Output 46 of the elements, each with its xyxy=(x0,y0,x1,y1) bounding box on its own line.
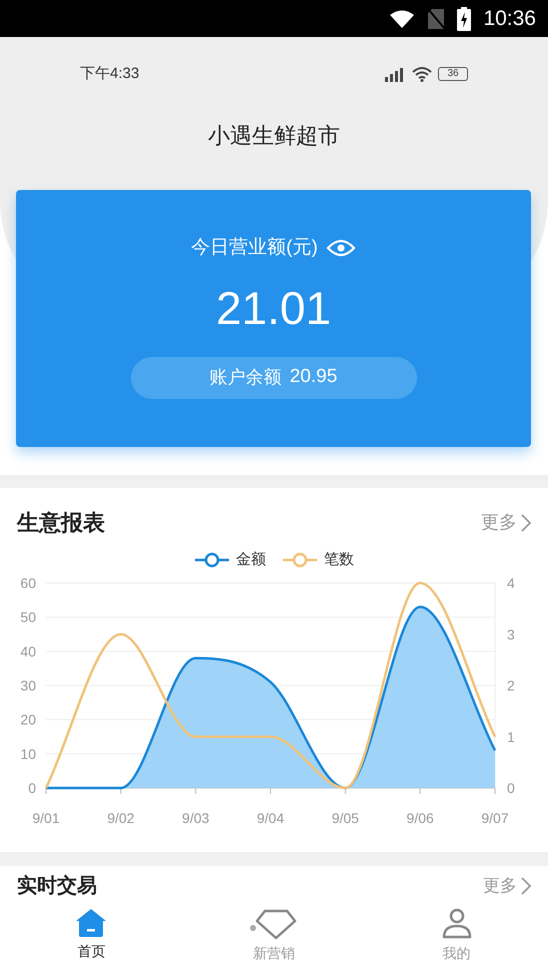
diamond-icon xyxy=(250,908,298,940)
wifi-icon xyxy=(389,8,416,28)
x-axis-tick: 9/02 xyxy=(107,810,134,826)
section-title: 实时交易 xyxy=(17,874,97,899)
x-axis-tick: 9/07 xyxy=(481,810,509,826)
y-axis-tick: 0 xyxy=(507,780,515,796)
chevron-right-icon xyxy=(521,514,531,532)
balance-label: 账户余额 xyxy=(210,366,282,389)
revenue-label: 今日营业额(元) xyxy=(191,236,318,260)
y-axis-tick: 4 xyxy=(507,574,515,590)
x-axis-tick: 9/06 xyxy=(406,810,434,826)
x-axis-tick: 9/04 xyxy=(256,810,284,826)
x-axis-tick: 9/03 xyxy=(182,810,210,826)
chevron-right-icon xyxy=(521,877,531,895)
y-axis-tick: 60 xyxy=(20,574,36,590)
signal-icon xyxy=(384,66,406,82)
no-sim-icon xyxy=(427,8,446,30)
y-axis-tick: 40 xyxy=(20,642,36,659)
section-title: 生意报表 xyxy=(17,509,105,537)
y-axis-tick: 0 xyxy=(28,780,36,796)
more-link[interactable]: 更多 xyxy=(483,873,531,899)
y-axis-tick: 50 xyxy=(20,608,36,625)
person-icon xyxy=(440,908,473,940)
y-axis-tick: 1 xyxy=(507,728,515,744)
battery-charging-icon xyxy=(457,6,472,30)
y-axis-tick: 20 xyxy=(20,711,36,728)
y-axis-tick: 3 xyxy=(507,626,515,642)
tab[interactable]: 我的 xyxy=(365,906,548,978)
y-axis-tick: 30 xyxy=(20,677,36,693)
legend-label: 金额 xyxy=(236,550,266,570)
wifi-icon xyxy=(411,66,433,82)
balance-amount: 20.95 xyxy=(290,365,338,390)
y-axis-tick: 2 xyxy=(507,677,515,693)
store-title: 小遇生鲜超市 xyxy=(208,122,340,150)
y-axis-tick: 10 xyxy=(20,745,36,762)
system-time: 10:36 xyxy=(483,6,536,32)
legend-label: 笔数 xyxy=(324,550,354,570)
app-status-time: 下午4:33 xyxy=(80,64,140,84)
x-axis-tick: 9/01 xyxy=(32,810,60,826)
battery-indicator: 36 xyxy=(438,67,468,81)
revenue-amount: 21.01 xyxy=(216,284,332,330)
x-axis-tick: 9/05 xyxy=(332,810,359,826)
more-link[interactable]: 更多 xyxy=(481,509,531,536)
eye-icon[interactable] xyxy=(326,238,356,258)
tab[interactable]: 首页 xyxy=(0,906,183,978)
tab[interactable]: 新营销 xyxy=(182,906,366,978)
